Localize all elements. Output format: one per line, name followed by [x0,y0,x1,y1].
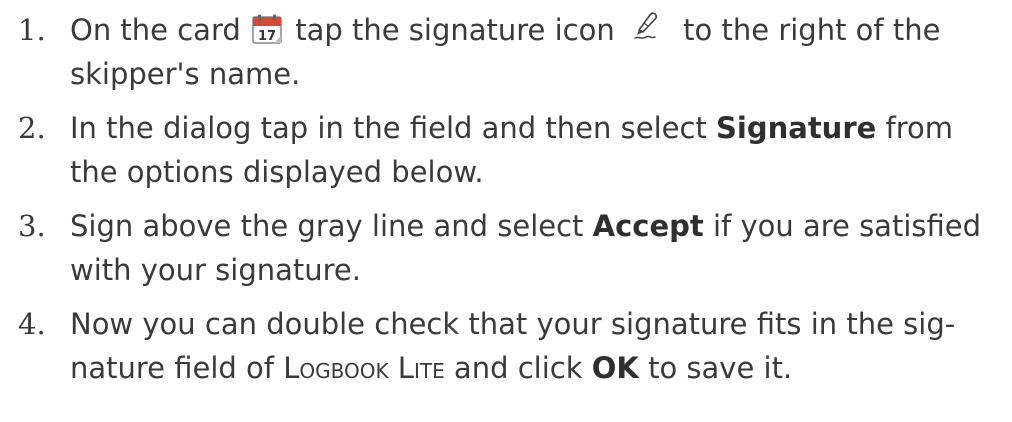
calendar-day-label: 17 [258,29,276,44]
signature-option-label: Signature [716,111,877,145]
app-name: Logbook Lite [283,351,445,385]
step-number: 3. [18,209,46,243]
calendar-icon: 17 [252,12,282,44]
instructions-document: 1. On the card 17 tap the signature icon… [0,0,1012,422]
fountain-pen-icon[interactable] [630,10,660,42]
step-text: In the dialog tap in the field and then … [70,106,1000,194]
ok-button-label: OK [591,351,639,385]
step-3: 3. Sign above the gray line and select A… [0,204,1012,292]
step-text-part: On the card [70,13,250,47]
step-text-part: Sign above the gray line and select [70,209,593,243]
step-1: 1. On the card 17 tap the signature icon… [0,8,1012,96]
step-text-part: to save it. [638,351,793,385]
step-4: 4. Now you can double check that your si… [0,302,1012,390]
step-text-part: In the dialog tap in the field and then … [70,111,717,145]
step-text-part: tap the signature icon [286,13,624,47]
step-text: Now you can double check that your signa… [70,302,1000,390]
step-text: On the card 17 tap the signature icon to… [70,8,1000,96]
step-text-part: and click [444,351,592,385]
step-number: 2. [18,111,46,145]
instruction-steps: 1. On the card 17 tap the signature icon… [0,8,1012,400]
step-number: 4. [18,307,46,341]
accept-button-label: Accept [592,209,704,243]
step-text: Sign above the gray line and select Acce… [70,204,1000,292]
step-number: 1. [18,13,46,47]
step-2: 2. In the dialog tap in the field and th… [0,106,1012,194]
